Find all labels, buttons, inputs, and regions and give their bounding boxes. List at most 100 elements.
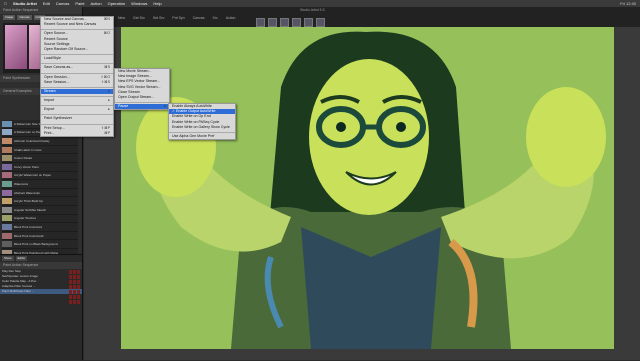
style-list: A Watercolor Size Paintbrush A Watercolor… — [2, 120, 78, 260]
pas-cell[interactable] — [73, 294, 76, 299]
canvas[interactable] — [121, 27, 614, 349]
menu-operation[interactable]: Operation — [108, 0, 126, 7]
toolbar-paint-synth-button[interactable]: Pnt Syn — [172, 16, 184, 20]
style-list-item[interactable]: Block Print Colorized — [2, 223, 78, 232]
style-name: Airbrush Colorized Fireday — [14, 138, 50, 143]
pas-row-cells — [69, 299, 80, 304]
menu-help[interactable]: Help — [153, 0, 161, 7]
file-menu-item-shortcut: ⇧⌘S — [100, 79, 110, 84]
thumbnail[interactable] — [256, 18, 265, 27]
style-thumbnail — [2, 155, 12, 162]
pas-cell[interactable] — [73, 284, 76, 289]
menu-paint[interactable]: Paint — [75, 0, 84, 7]
style-list-item[interactable]: Watercolor — [2, 180, 78, 189]
menu-canvas[interactable]: Canvas — [56, 0, 70, 7]
pas-cell[interactable] — [77, 299, 80, 304]
file-menu-item-shortcut — [104, 116, 110, 121]
pas-cell[interactable] — [73, 279, 76, 284]
tab-editor[interactable]: Editor — [15, 256, 28, 261]
pas-cell[interactable] — [69, 289, 72, 294]
pas-cell[interactable] — [77, 294, 80, 299]
style-list-item[interactable]: Angular Scribble Sketch — [2, 206, 78, 215]
canvas-button[interactable]: Canvas — [17, 15, 32, 20]
stream-menu-item-label: Open Output Stream... — [118, 94, 155, 99]
file-menu-item-label: Import — [44, 98, 55, 103]
file-menu-item[interactable]: Print... ⌘P — [41, 131, 113, 136]
style-name: Block Print on Black Background — [14, 242, 58, 247]
toolbar-canvas-button[interactable]: Canvas — [193, 16, 205, 20]
pas-cell[interactable] — [69, 284, 72, 289]
pas-cell[interactable] — [77, 269, 80, 274]
toolbar-set-source-button[interactable]: Set Src — [153, 16, 164, 20]
style-thumbnail — [2, 137, 12, 144]
style-thumbnail — [2, 206, 12, 213]
image-button[interactable]: Image — [3, 15, 16, 20]
menu-windows[interactable]: Windows — [131, 0, 147, 7]
style-thumbnail — [2, 129, 12, 136]
menu-action[interactable]: Action — [90, 0, 101, 7]
pause-menu-item-shortcut — [226, 134, 232, 139]
style-list-item[interactable]: Curvy Vector Paint — [2, 163, 78, 172]
file-menu-item-shortcut — [104, 22, 110, 27]
pas-cell[interactable] — [73, 289, 76, 294]
pas-cell[interactable] — [69, 279, 72, 284]
stream-menu-item-label: Pause — [118, 104, 129, 109]
style-list-item[interactable]: Airbrush Colorized Fireday — [2, 137, 78, 146]
stream-menu-item[interactable]: Open Output Stream... — [115, 95, 169, 100]
style-name: Colour Pastel — [14, 156, 33, 161]
menu-separator — [41, 112, 113, 116]
file-menu-item-shortcut: ▸ — [108, 107, 110, 112]
toolbar-action-button[interactable]: Action — [226, 16, 236, 20]
file-menu-item-shortcut — [104, 56, 110, 61]
pas-cell[interactable] — [77, 289, 80, 294]
left-panel-header: Paint Action Sequence — [0, 7, 82, 14]
style-list-item[interactable]: Block Print Colorized2 — [2, 232, 78, 241]
pas-cell[interactable] — [73, 269, 76, 274]
pas-cell[interactable] — [77, 279, 80, 284]
style-list-item[interactable]: Colour Pastel — [2, 154, 78, 163]
pas-cell[interactable] — [69, 269, 72, 274]
thumbnail[interactable] — [316, 18, 325, 27]
style-list-item[interactable]: Angular Touched — [2, 215, 78, 224]
app-menu[interactable]: Studio Artist — [13, 0, 37, 7]
style-name: Acrylic Watercolor on Paper — [14, 173, 52, 178]
toolbar-source-button[interactable]: Src — [213, 16, 218, 20]
file-menu-item-shortcut — [104, 47, 110, 52]
style-list-item[interactable]: Acrylic Watercolor on Paper — [2, 172, 78, 181]
pas-cell[interactable] — [77, 284, 80, 289]
file-menu-item-label: Save Canvas as... — [44, 65, 74, 70]
style-list-item[interactable]: Acrylic Thick Build Up — [2, 197, 78, 206]
toolbar-get-source-button[interactable]: Get Src — [133, 16, 145, 20]
pas-cell[interactable] — [69, 294, 72, 299]
pause-menu-item[interactable]: Enable Write on Gallery Show Cycle — [169, 125, 235, 130]
pause-submenu: Enable Always AutoWrite ✓ Enable Output A… — [168, 103, 236, 141]
pas-cell[interactable] — [69, 274, 72, 279]
style-name: Block Print Colorized — [14, 224, 42, 229]
stream-menu-item[interactable]: Pause ▸ — [115, 104, 169, 110]
style-list-item[interactable]: Chalk Hatch In Color — [2, 146, 78, 155]
apple-menu[interactable]:  — [4, 0, 7, 7]
menu-separator — [41, 103, 113, 107]
source-thumbnail[interactable] — [5, 25, 27, 69]
paint-action-sequence-panel: Show Editor Paint Action Sequence Play R… — [0, 254, 82, 361]
thumbnail[interactable] — [304, 18, 313, 27]
pas-cell[interactable] — [69, 299, 72, 304]
thumbnail[interactable] — [280, 18, 289, 27]
pas-cell[interactable] — [73, 274, 76, 279]
style-list-item[interactable]: Block Print on Black Background — [2, 240, 78, 249]
tab-show[interactable]: Show — [2, 256, 14, 261]
toolbar-new-button[interactable]: New — [118, 16, 125, 20]
pas-cell[interactable] — [73, 299, 76, 304]
pas-row[interactable] — [0, 299, 82, 304]
pas-cell[interactable] — [77, 274, 80, 279]
style-thumbnail — [2, 146, 12, 153]
toolbar-thumbnails — [256, 18, 325, 27]
menu-edit[interactable]: Edit — [43, 0, 50, 7]
thumbnail[interactable] — [292, 18, 301, 27]
menubar-clock: Fri 12:40 — [620, 1, 636, 6]
style-thumbnail — [2, 198, 12, 205]
style-name: Block Print Colorized2 — [14, 233, 44, 238]
pause-menu-item[interactable]: Use Alpha Gen Movie Pref — [169, 134, 235, 139]
thumbnail[interactable] — [268, 18, 277, 27]
style-list-item[interactable]: Abstract Watercolor — [2, 189, 78, 198]
